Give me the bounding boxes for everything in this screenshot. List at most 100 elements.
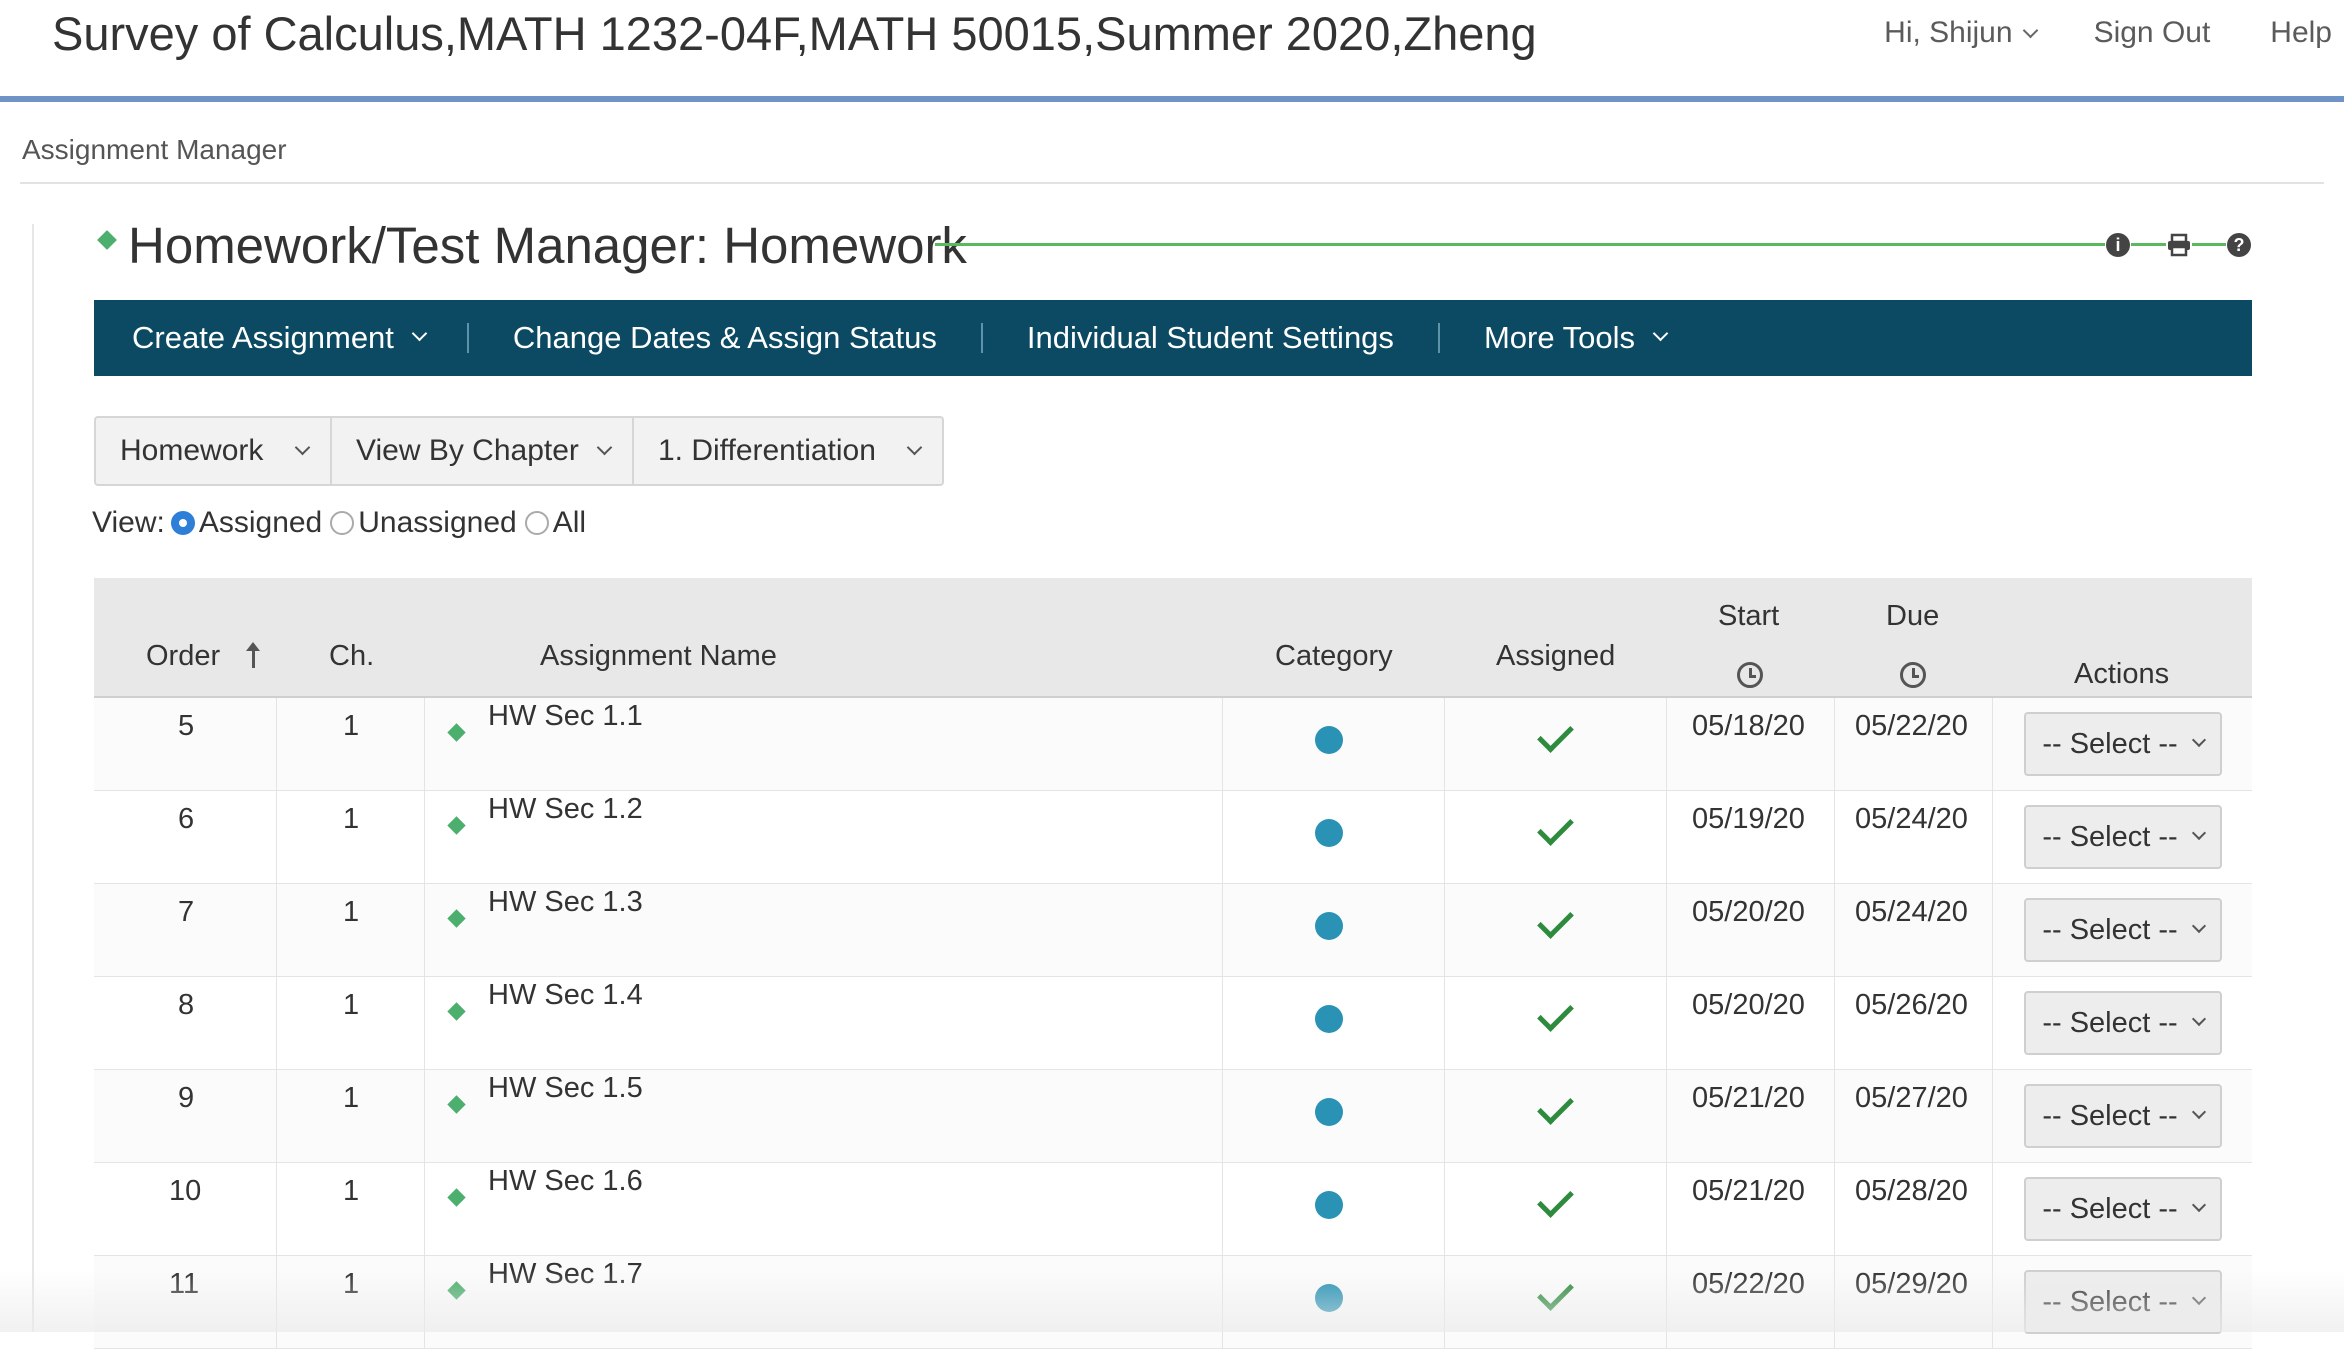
- actions-select[interactable]: -- Select --: [2024, 991, 2222, 1055]
- due-header: Due: [1886, 600, 1940, 632]
- help-icon[interactable]: ?: [2226, 232, 2252, 258]
- actions-select[interactable]: -- Select --: [2024, 805, 2222, 869]
- assignment-name-link[interactable]: HW Sec 1.1: [488, 700, 643, 733]
- page-title: Homework/Test Manager: Homework: [128, 217, 967, 274]
- table-row: 10 1 HW Sec 1.6 05/21/20 05/28/20 -- Sel…: [94, 1163, 2252, 1256]
- view-by-value: View By Chapter: [356, 434, 579, 467]
- order-cell: 7: [178, 896, 195, 928]
- more-tools-label: More Tools: [1483, 320, 1635, 355]
- checkmark-icon: [1537, 716, 1574, 753]
- category-dot-icon: [1315, 726, 1343, 754]
- category-dot-icon: [1315, 1005, 1343, 1033]
- order-cell: 5: [178, 710, 195, 742]
- chapter-select[interactable]: 1. Differentiation: [632, 418, 942, 484]
- order-header[interactable]: Order: [146, 640, 220, 673]
- category-dot-icon: [1315, 1098, 1343, 1126]
- chevron-down-icon: [596, 439, 613, 455]
- assignment-name-link[interactable]: HW Sec 1.6: [488, 1165, 643, 1198]
- start-date-cell: 05/18/20: [1692, 710, 1805, 742]
- chevron-down-icon: [2191, 1197, 2206, 1213]
- table-row: 5 1 HW Sec 1.1 05/18/20 05/22/20 -- Sele…: [94, 698, 2252, 791]
- header-divider: [0, 96, 2344, 102]
- chevron-down-icon: [2191, 1290, 2206, 1306]
- breadcrumb[interactable]: Assignment Manager: [22, 134, 287, 166]
- category-dot-icon: [1315, 912, 1343, 940]
- sort-ascending-icon[interactable]: [246, 642, 260, 668]
- chevron-down-icon: [1652, 325, 1669, 341]
- create-assignment-menu[interactable]: Create Assignment: [132, 320, 428, 356]
- assignment-name-link[interactable]: HW Sec 1.5: [488, 1072, 643, 1105]
- chapter-cell: 1: [343, 989, 360, 1021]
- actions-select[interactable]: -- Select --: [2024, 1084, 2222, 1148]
- start-date-cell: 05/20/20: [1692, 989, 1805, 1021]
- individual-student-settings-button[interactable]: Individual Student Settings: [1027, 320, 1394, 356]
- view-by-select[interactable]: View By Chapter: [330, 418, 632, 484]
- actions-header: Actions: [2074, 658, 2170, 690]
- content-left-border: [32, 224, 34, 1332]
- more-tools-menu[interactable]: More Tools: [1483, 320, 1669, 356]
- table-row: 7 1 HW Sec 1.3 05/20/20 05/24/20 -- Sele…: [94, 884, 2252, 977]
- table-body: 5 1 HW Sec 1.1 05/18/20 05/22/20 -- Sele…: [94, 698, 2252, 1349]
- diamond-icon: [447, 1002, 466, 1021]
- actions-select[interactable]: -- Select --: [2024, 1177, 2222, 1241]
- start-date-cell: 05/21/20: [1692, 1082, 1805, 1114]
- view-label: View:: [92, 506, 165, 539]
- order-cell: 11: [169, 1268, 200, 1300]
- category-dot-icon: [1315, 819, 1343, 847]
- change-dates-button[interactable]: Change Dates & Assign Status: [513, 320, 937, 356]
- table-row: 8 1 HW Sec 1.4 05/20/20 05/26/20 -- Sele…: [94, 977, 2252, 1070]
- order-cell: 8: [178, 989, 195, 1021]
- all-radio[interactable]: [524, 511, 549, 535]
- toolbar-separator: [1437, 323, 1440, 353]
- diamond-icon: [97, 230, 117, 250]
- checkmark-icon: [1537, 1088, 1574, 1125]
- info-icon[interactable]: i: [2105, 232, 2131, 258]
- help-link[interactable]: Help: [2270, 16, 2332, 50]
- user-greeting: Hi, Shijun: [1884, 16, 2013, 49]
- user-menu[interactable]: Hi, Shijun: [1884, 16, 2038, 50]
- order-cell: 6: [178, 803, 195, 835]
- filter-bar: Homework View By Chapter 1. Differentiat…: [94, 416, 944, 486]
- diamond-icon: [447, 723, 466, 742]
- assignment-name-link[interactable]: HW Sec 1.4: [488, 979, 643, 1012]
- order-cell: 10: [169, 1175, 202, 1207]
- chevron-down-icon: [2191, 732, 2206, 748]
- due-date-cell: 05/24/20: [1855, 803, 1968, 835]
- unassigned-radio[interactable]: [330, 511, 355, 535]
- chapter-value: 1. Differentiation: [658, 434, 876, 467]
- assignment-toolbar: Create Assignment Change Dates & Assign …: [94, 300, 2252, 376]
- diamond-icon: [447, 1281, 466, 1300]
- assignment-name-link[interactable]: HW Sec 1.7: [488, 1258, 643, 1291]
- toolbar-separator: [980, 323, 983, 353]
- start-date-cell: 05/20/20: [1692, 896, 1805, 928]
- chapter-cell: 1: [343, 1268, 360, 1300]
- chapter-cell: 1: [343, 803, 360, 835]
- due-date-cell: 05/22/20: [1855, 710, 1968, 742]
- assignment-name-link[interactable]: HW Sec 1.3: [488, 886, 643, 919]
- chevron-down-icon: [2191, 918, 2206, 934]
- category-header: Category: [1275, 640, 1393, 672]
- clock-icon: [1737, 662, 1763, 688]
- unassigned-radio-label[interactable]: Unassigned: [358, 506, 516, 540]
- print-icon[interactable]: [2166, 232, 2192, 258]
- actions-select[interactable]: -- Select --: [2024, 898, 2222, 962]
- chevron-down-icon: [2191, 1104, 2206, 1120]
- assignment-name-link[interactable]: HW Sec 1.2: [488, 793, 643, 826]
- actions-select[interactable]: -- Select --: [2024, 712, 2222, 776]
- checkmark-icon: [1537, 995, 1574, 1032]
- assigned-radio[interactable]: [170, 511, 195, 535]
- all-radio-label[interactable]: All: [553, 506, 586, 540]
- sign-out-link[interactable]: Sign Out: [2094, 16, 2211, 50]
- actions-select[interactable]: -- Select --: [2024, 1270, 2222, 1334]
- assignment-type-select[interactable]: Homework: [96, 418, 330, 484]
- start-date-cell: 05/22/20: [1692, 1268, 1805, 1300]
- diamond-icon: [447, 1095, 466, 1114]
- actions-select-label: -- Select --: [2042, 727, 2178, 760]
- assigned-header: Assigned: [1496, 640, 1616, 672]
- chevron-down-icon: [411, 325, 428, 341]
- chevron-down-icon: [2022, 22, 2038, 39]
- due-date-cell: 05/28/20: [1855, 1175, 1968, 1207]
- assigned-radio-label[interactable]: Assigned: [199, 506, 322, 540]
- checkmark-icon: [1537, 1181, 1574, 1218]
- actions-select-label: -- Select --: [2042, 1192, 2178, 1225]
